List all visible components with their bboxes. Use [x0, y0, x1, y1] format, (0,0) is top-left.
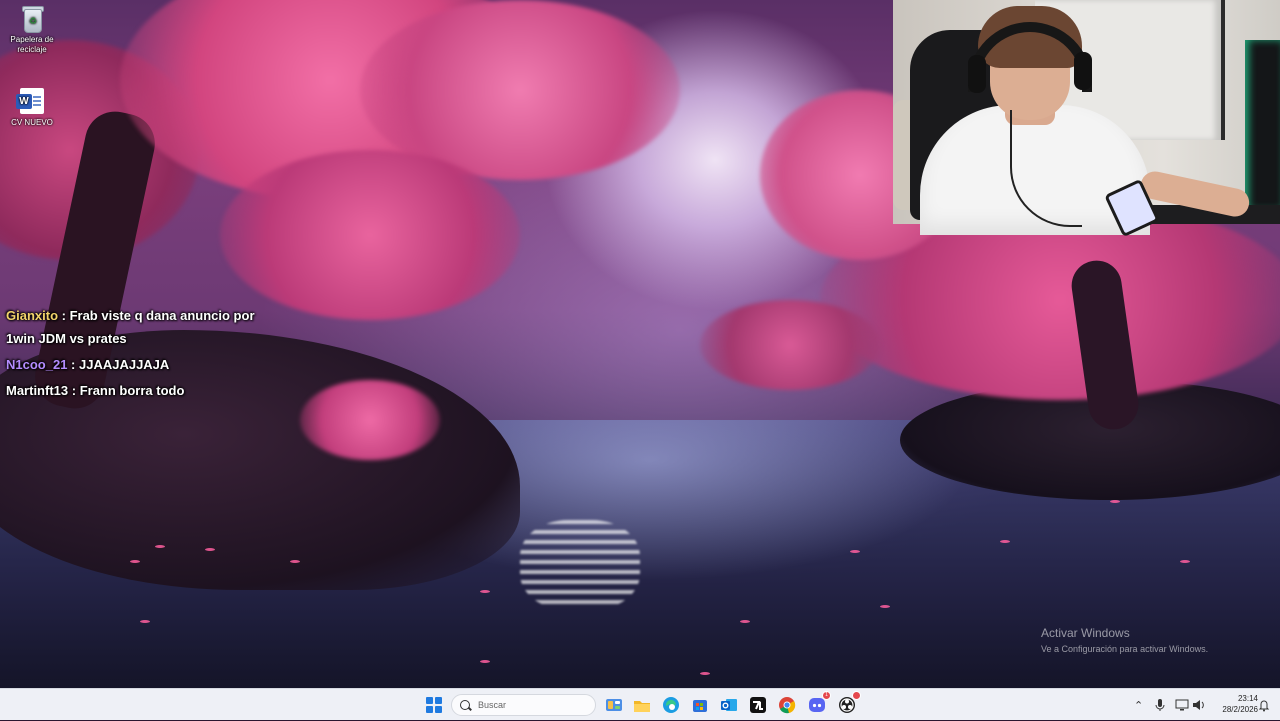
- chat-separator: :: [58, 308, 70, 323]
- webcam-pc-tower: [1245, 40, 1280, 210]
- chat-message: Gianxito : Frab viste q dana anuncio por…: [6, 304, 276, 350]
- taskbar-clock[interactable]: 23:14 28/2/2026: [1206, 693, 1258, 715]
- watermark-subtitle: Ve a Configuración para activar Windows.: [1041, 644, 1209, 654]
- watermark-title: Activar Windows: [1041, 626, 1130, 640]
- petal: [480, 660, 490, 663]
- clock-date: 28/2/2026: [1222, 705, 1258, 714]
- taskbar: Buscar 1 ⌃ 23:14 28/2/2026: [0, 688, 1280, 720]
- clock-time: 23:14: [1237, 694, 1258, 703]
- taskbar-app-widgets[interactable]: [603, 694, 625, 716]
- desktop-icon-label: Papelera de reciclaje: [10, 35, 54, 54]
- notification-badge: 1: [822, 691, 831, 700]
- taskbar-app-store[interactable]: [689, 694, 711, 716]
- moon-reflection: [520, 520, 640, 610]
- petal: [1110, 500, 1120, 503]
- taskbar-app-file-explorer[interactable]: [631, 694, 653, 716]
- petal: [480, 590, 490, 593]
- taskbar-search-box[interactable]: Buscar: [451, 694, 596, 716]
- capcut-icon: [750, 697, 766, 713]
- recording-indicator: [852, 691, 861, 700]
- chat-text: JJAAJAJJAJA: [78, 357, 170, 372]
- store-icon: [693, 700, 707, 712]
- chat-username: Martinft13: [6, 383, 69, 398]
- petal: [140, 620, 150, 623]
- word-document-icon: W: [16, 88, 44, 114]
- taskbar-app-outlook[interactable]: [718, 694, 740, 716]
- petal: [1180, 560, 1190, 563]
- blossom-cluster: [700, 300, 880, 390]
- windows-logo-icon: [426, 697, 442, 713]
- chat-separator: :: [68, 383, 80, 398]
- petal: [130, 560, 140, 563]
- notification-bell-icon[interactable]: [1258, 689, 1270, 721]
- chat-message: Martinft13 : Frann borra todo: [6, 379, 276, 402]
- chat-separator: :: [67, 357, 79, 372]
- file-explorer-icon: [634, 701, 650, 712]
- edge-icon: [663, 697, 679, 713]
- petal: [290, 560, 300, 563]
- petal: [205, 548, 215, 551]
- stream-chat-overlay: Gianxito : Frab viste q dana anuncio por…: [6, 304, 276, 405]
- recycle-bin-icon: ♻: [21, 5, 44, 33]
- taskbar-app-capcut[interactable]: [747, 694, 769, 716]
- widgets-icon: [606, 699, 622, 711]
- outlook-icon: [721, 699, 737, 711]
- search-icon: [460, 700, 470, 710]
- activate-windows-watermark: Activar Windows Ve a Configuración para …: [1041, 626, 1208, 655]
- petal: [155, 545, 165, 548]
- headset-earcup: [968, 55, 986, 93]
- start-button[interactable]: [423, 694, 445, 716]
- taskbar-app-chrome[interactable]: [776, 694, 798, 716]
- taskbar-app-obs[interactable]: [836, 691, 861, 716]
- blossom-cluster: [220, 150, 520, 320]
- search-placeholder: Buscar: [478, 700, 507, 710]
- petal: [880, 605, 890, 608]
- chat-username: Gianxito: [6, 308, 59, 323]
- tray-overflow-chevron-up-icon[interactable]: ⌃: [1134, 689, 1143, 721]
- petal: [1000, 540, 1010, 543]
- desktop-icon-recycle-bin[interactable]: ♻ Papelera de reciclaje: [0, 5, 67, 55]
- chat-message: N1coo_21 : JJAAJAJJAJA: [6, 353, 276, 376]
- headset-earcup: [1074, 52, 1092, 90]
- network-icon[interactable]: [1175, 689, 1189, 721]
- taskbar-app-discord[interactable]: 1: [806, 691, 831, 716]
- blossom-cluster: [300, 380, 440, 460]
- microphone-icon[interactable]: [1154, 689, 1166, 721]
- volume-icon[interactable]: [1191, 689, 1205, 721]
- petal: [850, 550, 860, 553]
- chrome-icon: [779, 697, 796, 714]
- chat-username: N1coo_21: [6, 357, 68, 372]
- chat-text: Frann borra todo: [79, 383, 185, 398]
- petal: [700, 672, 710, 675]
- desktop-icon-label: CV NUEVO: [11, 118, 53, 127]
- desktop-icon-cv-nuevo[interactable]: W CV NUEVO: [0, 88, 67, 128]
- petal: [740, 620, 750, 623]
- taskbar-app-edge[interactable]: [660, 694, 682, 716]
